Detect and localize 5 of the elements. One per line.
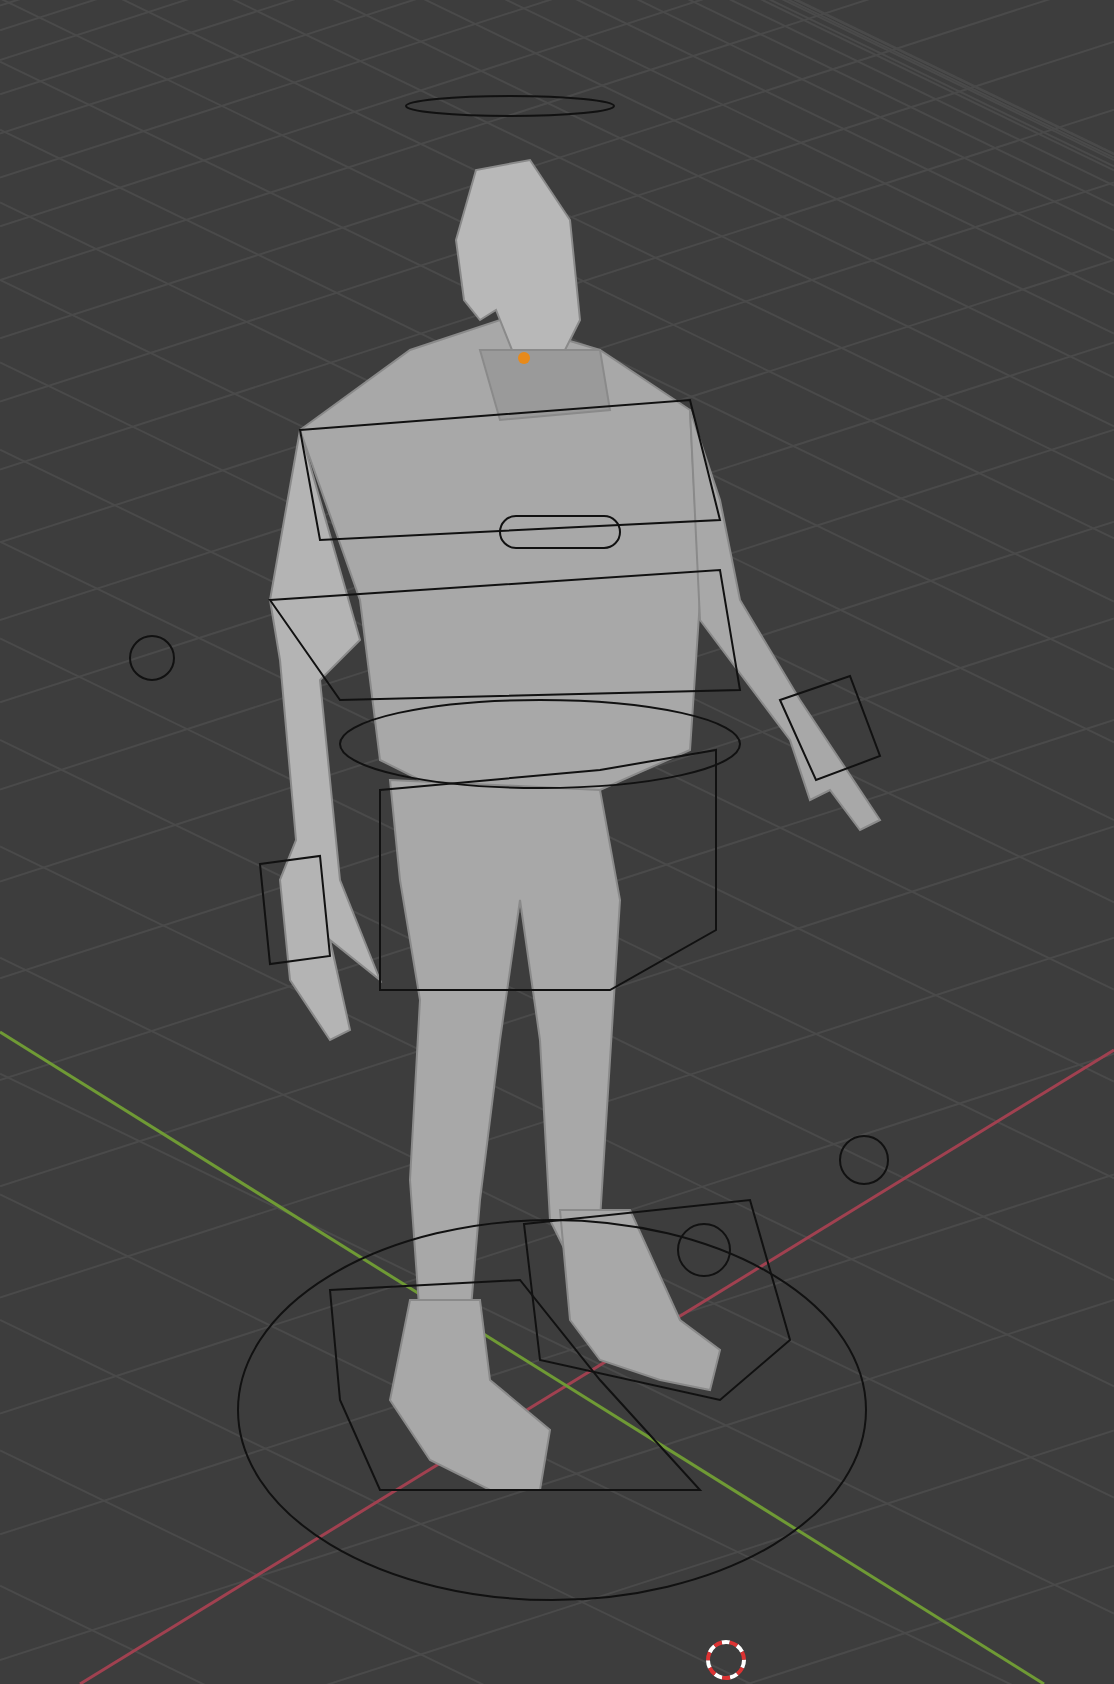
viewport-canvas[interactable] bbox=[0, 0, 1114, 1684]
3d-cursor-icon[interactable] bbox=[706, 1640, 746, 1680]
rig-controls-drawing[interactable] bbox=[129, 95, 889, 1601]
character-model-drawing[interactable] bbox=[269, 158, 882, 1491]
origin-dot-icon bbox=[518, 352, 530, 364]
